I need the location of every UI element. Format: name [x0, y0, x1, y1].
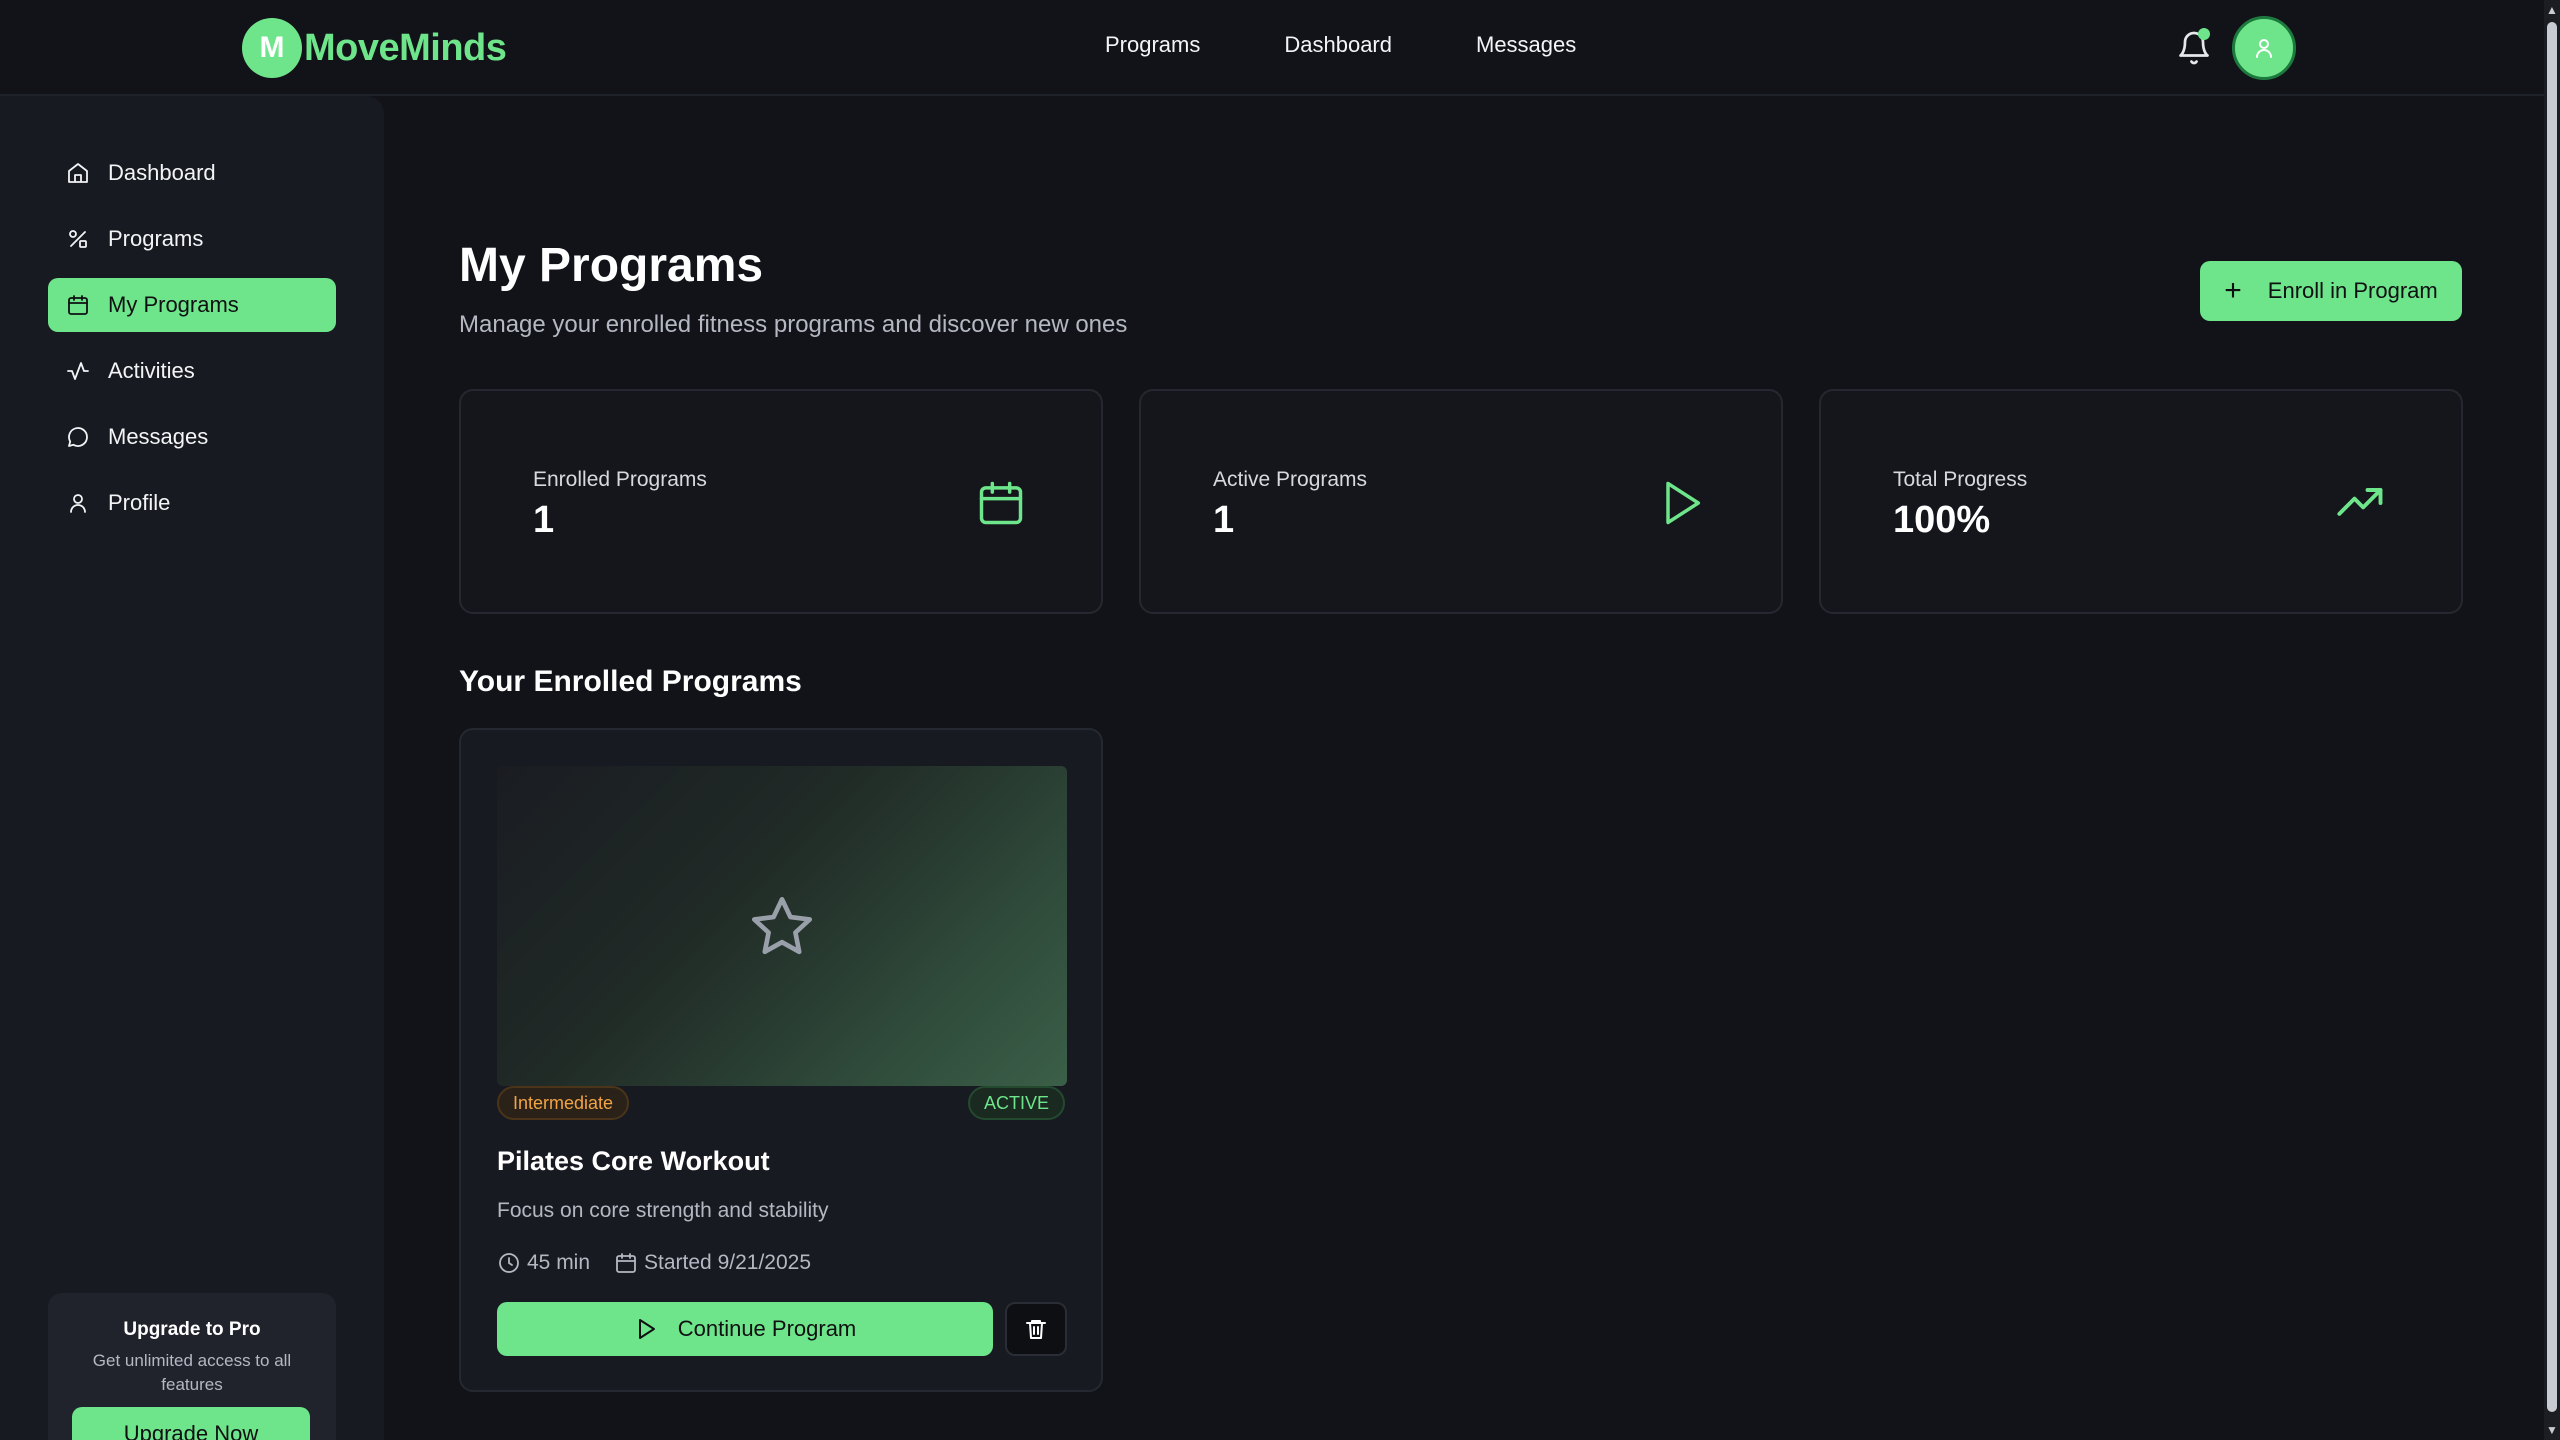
- activity-icon: [67, 362, 89, 380]
- top-nav: Programs Dashboard Messages: [1105, 32, 1660, 58]
- upgrade-title: Upgrade to Pro: [123, 1319, 261, 1340]
- sidebar-item-activities[interactable]: Activities: [48, 344, 336, 398]
- program-title: Pilates Core Workout: [497, 1146, 770, 1176]
- program-duration: 45 min: [527, 1251, 591, 1274]
- program-card: Intermediate ACTIVE Pilates Core Workout…: [459, 728, 1103, 1392]
- upgrade-description: Get unlimited access to all features: [92, 1351, 292, 1394]
- enroll-in-program-button[interactable]: + Enroll in Program: [2200, 261, 2462, 321]
- continue-program-button[interactable]: Continue Program: [497, 1302, 993, 1356]
- scrollbar[interactable]: ▲ ▼: [2544, 0, 2560, 1440]
- stat-card-enrolled: Enrolled Programs 1: [459, 389, 1103, 614]
- scroll-up-arrow-icon[interactable]: ▲: [2546, 4, 2558, 16]
- clock-icon: [499, 1253, 519, 1273]
- program-description: Focus on core strength and stability: [497, 1199, 829, 1222]
- topnav-dashboard[interactable]: Dashboard: [1284, 32, 1392, 58]
- sidebar-item-dashboard[interactable]: Dashboard: [48, 146, 336, 200]
- sidebar-item-label: My Programs: [108, 292, 239, 317]
- sidebar-item-label: Dashboard: [108, 160, 216, 185]
- sidebar-item-label: Profile: [108, 490, 171, 515]
- sidebar-item-label: Messages: [108, 424, 209, 449]
- notification-dot: [2198, 28, 2210, 40]
- top-navbar: M MoveMinds Programs Dashboard Messages: [0, 0, 2544, 96]
- calendar-icon: [616, 1253, 636, 1273]
- stat-card-progress: Total Progress 100%: [1819, 389, 2463, 614]
- stat-value: 1: [1213, 499, 1235, 541]
- level-badge: Intermediate: [497, 1086, 630, 1120]
- logo-badge: M: [242, 18, 302, 78]
- status-badge: ACTIVE: [967, 1086, 1065, 1120]
- logo[interactable]: M MoveMinds: [242, 18, 507, 78]
- sidebar: Dashboard Programs My Programs Activitie…: [0, 96, 384, 1440]
- programs-icon: [69, 230, 87, 248]
- delete-program-button[interactable]: [1005, 1302, 1067, 1356]
- sidebar-item-label: Activities: [108, 358, 195, 383]
- scroll-down-arrow-icon[interactable]: ▼: [2546, 1424, 2558, 1436]
- stat-label: Total Progress: [1893, 468, 2028, 491]
- star-icon: [751, 896, 813, 955]
- upgrade-now-button[interactable]: Upgrade Now: [72, 1407, 310, 1440]
- trending-up-icon: [2337, 488, 2383, 516]
- message-icon: [68, 427, 88, 447]
- program-thumbnail: [497, 766, 1067, 1086]
- page-title: My Programs: [459, 239, 764, 292]
- sidebar-item-programs[interactable]: Programs: [48, 212, 336, 266]
- user-icon: [2256, 39, 2272, 58]
- topnav-messages[interactable]: Messages: [1476, 32, 1576, 58]
- play-icon: [638, 1319, 655, 1339]
- sidebar-item-profile[interactable]: Profile: [48, 476, 336, 530]
- continue-button-label: Continue Program: [677, 1316, 857, 1341]
- topnav-programs[interactable]: Programs: [1105, 32, 1200, 58]
- enroll-button-label: Enroll in Program: [2267, 278, 2438, 303]
- stat-value: 100%: [1893, 499, 1991, 541]
- stat-label: Enrolled Programs: [533, 468, 707, 491]
- stat-value: 1: [533, 499, 555, 541]
- sidebar-item-messages[interactable]: Messages: [48, 410, 336, 464]
- stat-card-active: Active Programs 1: [1139, 389, 1783, 614]
- user-icon: [70, 494, 86, 513]
- sidebar-item-my-programs[interactable]: My Programs: [48, 278, 336, 332]
- scrollbar-thumb[interactable]: [2547, 22, 2557, 1412]
- plus-icon: +: [2224, 274, 2242, 307]
- program-meta: 45 min Started 9/21/2025: [497, 1251, 811, 1275]
- calendar-icon: [68, 295, 88, 315]
- avatar[interactable]: [2232, 16, 2296, 80]
- play-icon: [1666, 481, 1701, 525]
- trash-icon: [1026, 1320, 1046, 1339]
- home-icon: [68, 163, 88, 183]
- upgrade-card: Upgrade to Pro Get unlimited access to a…: [48, 1293, 336, 1440]
- sidebar-item-label: Programs: [108, 226, 204, 251]
- calendar-icon: [979, 481, 1023, 525]
- stat-label: Active Programs: [1213, 468, 1368, 491]
- section-title: Your Enrolled Programs: [459, 665, 802, 698]
- brand-name: MoveMinds: [304, 26, 507, 69]
- program-started-date: Started 9/21/2025: [644, 1251, 811, 1274]
- page-subtitle: Manage your enrolled fitness programs an…: [459, 311, 1128, 338]
